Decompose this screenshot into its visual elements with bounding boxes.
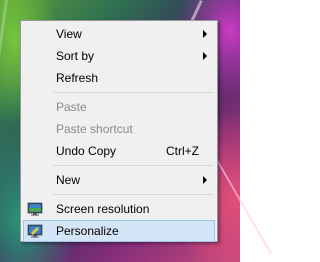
menu-item-new[interactable]: New	[23, 169, 215, 191]
menu-item-label: Refresh	[56, 71, 99, 85]
menu-item-label: Sort by	[56, 49, 95, 63]
menu-separator	[23, 162, 215, 169]
menu-item-label: Paste	[56, 100, 87, 114]
menu-item-label: Paste shortcut	[56, 122, 133, 136]
menu-item-paste-shortcut[interactable]: Paste shortcut	[23, 118, 215, 140]
monitor-icon	[27, 201, 43, 217]
menu-item-undo-copy[interactable]: Undo Copy Ctrl+Z	[23, 140, 215, 162]
menu-separator	[23, 191, 215, 198]
personalize-icon	[27, 223, 43, 239]
menu-item-screen-resolution[interactable]: Screen resolution	[23, 198, 215, 220]
menu-item-personalize[interactable]: Personalize	[23, 220, 215, 242]
menu-item-refresh[interactable]: Refresh	[23, 67, 215, 89]
submenu-arrow-icon	[203, 176, 207, 184]
menu-item-sort-by[interactable]: Sort by	[23, 45, 215, 67]
menu-item-paste[interactable]: Paste	[23, 96, 215, 118]
menu-item-label: Personalize	[56, 224, 119, 238]
desktop-context-menu: View Sort by Refresh Paste Paste shortcu…	[20, 20, 218, 242]
menu-item-label: Screen resolution	[56, 202, 150, 216]
submenu-arrow-icon	[203, 52, 207, 60]
menu-item-label: Undo Copy	[56, 144, 117, 158]
wallpaper-streak	[210, 149, 272, 254]
menu-item-shortcut: Ctrl+Z	[166, 144, 199, 158]
menu-separator	[23, 89, 215, 96]
menu-item-view[interactable]: View	[23, 23, 215, 45]
menu-item-label: New	[56, 173, 81, 187]
wallpaper-streak	[0, 0, 8, 260]
menu-item-label: View	[56, 27, 82, 41]
submenu-arrow-icon	[203, 30, 207, 38]
